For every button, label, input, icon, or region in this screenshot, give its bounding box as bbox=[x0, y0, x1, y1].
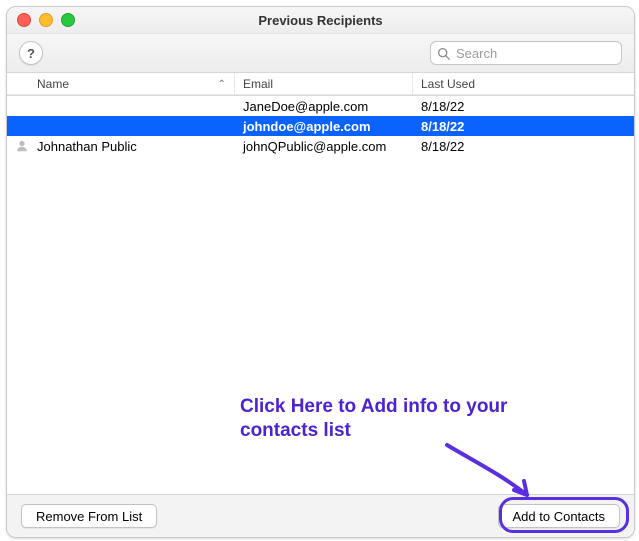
window-controls bbox=[17, 13, 75, 27]
add-to-contacts-label: Add to Contacts bbox=[513, 509, 606, 524]
search-input[interactable] bbox=[454, 45, 615, 62]
row-last-used-cell: 8/18/22 bbox=[413, 139, 634, 154]
close-window-button[interactable] bbox=[17, 13, 31, 27]
remove-from-list-button[interactable]: Remove From List bbox=[21, 504, 157, 528]
add-to-contacts-button[interactable]: Add to Contacts bbox=[498, 504, 621, 528]
table-row[interactable]: Johnathan Public johnQPublic@apple.com 8… bbox=[7, 136, 634, 156]
row-last-used-cell: 8/18/22 bbox=[413, 99, 634, 114]
row-email-cell: johndoe@apple.com bbox=[235, 119, 413, 134]
row-contact-icon-slot bbox=[7, 139, 29, 153]
contact-card-icon bbox=[15, 139, 29, 153]
remove-from-list-label: Remove From List bbox=[36, 509, 142, 524]
column-header-email[interactable]: Email bbox=[235, 73, 413, 95]
table-row[interactable]: johndoe@apple.com 8/18/22 bbox=[7, 116, 634, 136]
footer: Remove From List Add to Contacts bbox=[7, 494, 634, 537]
column-header-last-used[interactable]: Last Used bbox=[413, 73, 634, 95]
table-row[interactable]: JaneDoe@apple.com 8/18/22 bbox=[7, 96, 634, 116]
row-email-cell: johnQPublic@apple.com bbox=[235, 139, 413, 154]
toolbar: ? bbox=[7, 34, 634, 73]
row-name-cell: Johnathan Public bbox=[29, 139, 235, 154]
row-email-cell: JaneDoe@apple.com bbox=[235, 99, 413, 114]
column-header-icon[interactable] bbox=[7, 73, 29, 95]
search-icon bbox=[437, 47, 450, 60]
window-title: Previous Recipients bbox=[7, 13, 634, 28]
search-field[interactable] bbox=[430, 41, 622, 65]
zoom-window-button[interactable] bbox=[61, 13, 75, 27]
column-header-last-used-label: Last Used bbox=[421, 77, 475, 91]
row-last-used-cell: 8/18/22 bbox=[413, 119, 634, 134]
titlebar: Previous Recipients bbox=[7, 7, 634, 34]
minimize-window-button[interactable] bbox=[39, 13, 53, 27]
column-header-name[interactable]: Name ⌃ bbox=[29, 73, 235, 95]
table-header: Name ⌃ Email Last Used bbox=[7, 73, 634, 96]
recipients-table[interactable]: JaneDoe@apple.com 8/18/22 johndoe@apple.… bbox=[7, 96, 634, 494]
help-icon: ? bbox=[27, 46, 35, 61]
previous-recipients-window: Previous Recipients ? Name ⌃ Email Last … bbox=[6, 6, 635, 538]
column-header-name-label: Name bbox=[37, 77, 69, 91]
sort-ascending-icon: ⌃ bbox=[218, 79, 226, 90]
help-button[interactable]: ? bbox=[19, 41, 43, 65]
column-header-email-label: Email bbox=[243, 77, 273, 91]
